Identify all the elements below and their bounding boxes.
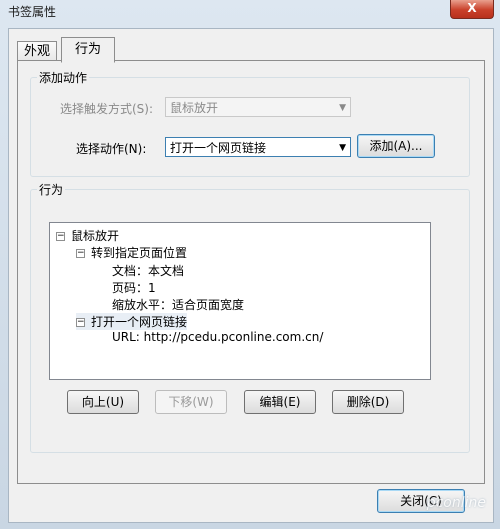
action-select[interactable]: 打开一个网页链接 ▼ (165, 137, 351, 157)
chevron-down-icon: ▼ (339, 103, 346, 113)
tree-node-open-link[interactable]: − 打开一个网页链接 (76, 313, 188, 330)
add-action-legend: 添加动作 (37, 69, 90, 86)
chevron-down-icon: ▼ (339, 143, 346, 153)
collapse-icon[interactable]: − (76, 318, 85, 327)
add-action-group: 添加动作 选择触发方式(S): 鼠标放开 ▼ 选择动作(N): 打开一个网页链接… (30, 69, 470, 177)
tree-node-zoom[interactable]: 缩放水平：适合页面宽度 (112, 296, 244, 313)
trigger-select-value: 鼠标放开 (170, 101, 219, 115)
behavior-tree[interactable]: − 鼠标放开 − 转到指定页面位置 文档：本文档 页码：1 缩放水平：适合页面宽度 … (49, 222, 431, 380)
tab-panel-behavior: 添加动作 选择触发方式(S): 鼠标放开 ▼ 选择动作(N): 打开一个网页链接… (17, 60, 485, 484)
delete-button[interactable]: 删除(D) (332, 390, 404, 414)
edit-button[interactable]: 编辑(E) (244, 390, 316, 414)
collapse-icon[interactable]: − (76, 249, 85, 258)
tree-node-page-number[interactable]: 页码：1 (112, 279, 156, 296)
add-button[interactable]: 添加(A)... (357, 134, 435, 158)
trigger-label: 选择触发方式(S): (60, 102, 154, 116)
collapse-icon[interactable]: − (56, 232, 65, 241)
close-window-button[interactable]: X (450, 0, 494, 19)
trigger-select[interactable]: 鼠标放开 ▼ (165, 97, 351, 117)
action-label: 选择动作(N): (76, 142, 147, 156)
window-title: 书签属性 (8, 5, 57, 19)
title-bar[interactable]: 书签属性 X (0, 0, 500, 22)
dialog-client-area: 外观 行为 添加动作 选择触发方式(S): 鼠标放开 ▼ 选择动作(N): 打开… (8, 28, 494, 523)
tree-node-label: 转到指定页面位置 (91, 246, 188, 260)
tab-appearance[interactable]: 外观 (17, 41, 58, 61)
tree-node-goto-page[interactable]: − 转到指定页面位置 (76, 244, 187, 261)
move-down-button[interactable]: 下移(W) (155, 390, 227, 414)
tree-node-document[interactable]: 文档：本文档 (112, 262, 184, 279)
tree-node-url[interactable]: URL: http://pcedu.pconline.com.cn/ (112, 330, 323, 344)
action-select-value: 打开一个网页链接 (170, 141, 267, 155)
behavior-legend: 行为 (37, 181, 66, 198)
tree-node-label: 打开一个网页链接 (91, 315, 188, 329)
dialog-window: 书签属性 X 外观 行为 添加动作 选择触发方式(S): 鼠标放开 ▼ 选择动作… (0, 0, 500, 529)
watermark-logo: pconline (426, 495, 486, 511)
tree-node-mouse-up[interactable]: − 鼠标放开 (56, 227, 119, 244)
tab-behavior[interactable]: 行为 (61, 37, 115, 63)
behavior-group: 行为 − 鼠标放开 − 转到指定页面位置 文档：本文档 页码：1 缩放水平：适合页面… (30, 181, 470, 453)
move-up-button[interactable]: 向上(U) (67, 390, 139, 414)
tree-node-label: 鼠标放开 (71, 229, 120, 243)
